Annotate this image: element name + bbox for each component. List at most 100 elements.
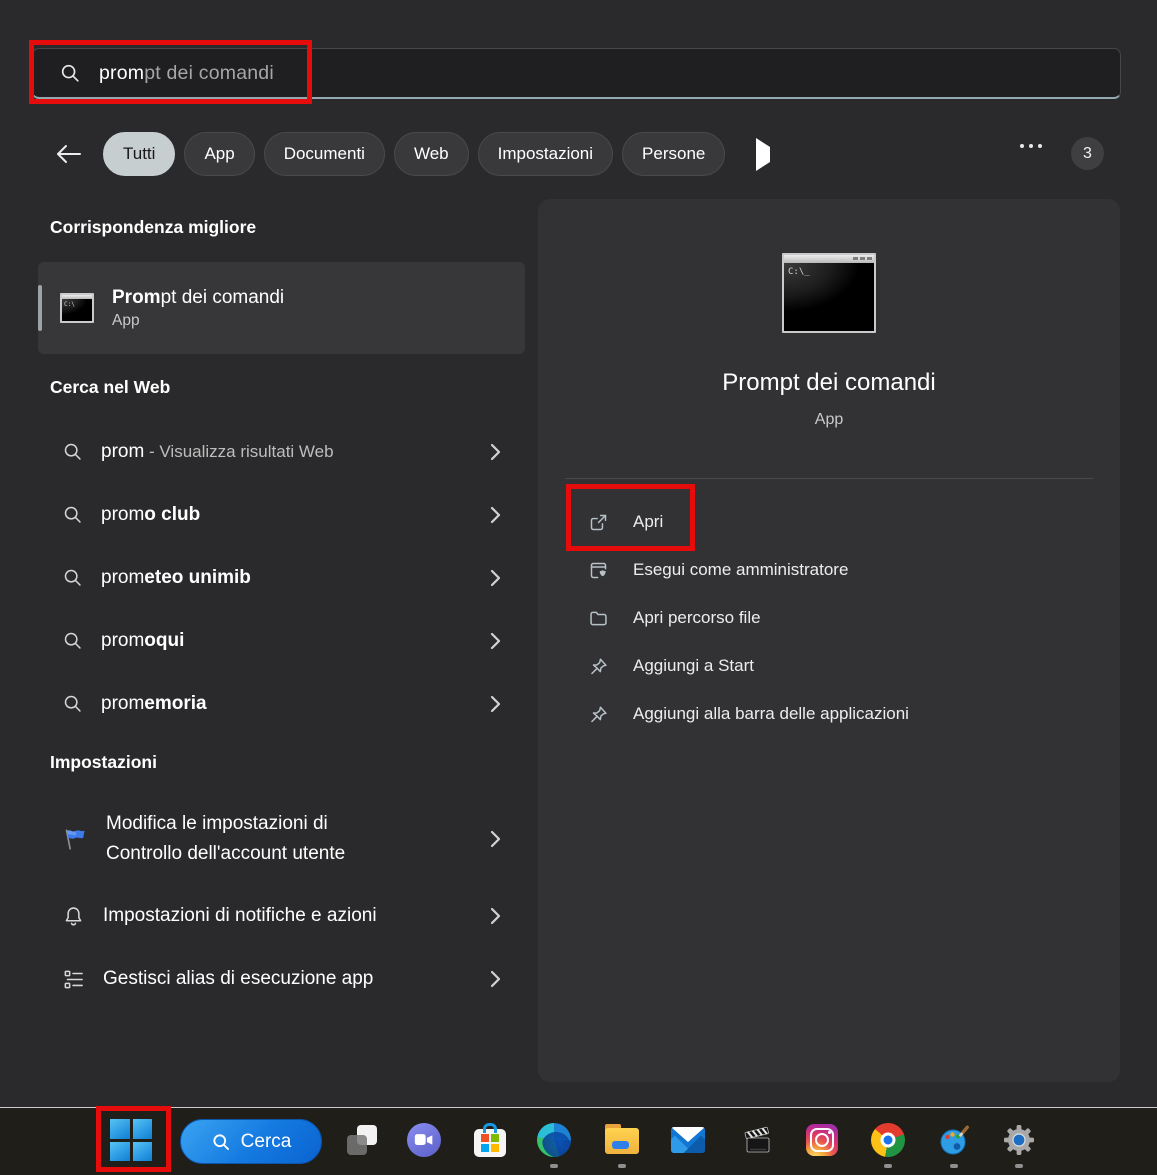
tab-documenti[interactable]: Documenti — [264, 132, 385, 176]
search-icon — [211, 1132, 231, 1152]
chevron-right-icon — [490, 907, 501, 925]
file-explorer-icon — [605, 1128, 639, 1156]
action-open-file-location[interactable]: Apri percorso file — [588, 594, 1100, 642]
paint-button[interactable] — [936, 1122, 972, 1158]
back-button[interactable] — [52, 137, 86, 171]
mail-button[interactable] — [670, 1122, 706, 1158]
video-editor-button[interactable] — [739, 1122, 775, 1158]
settings-gear-icon — [1002, 1123, 1036, 1157]
chevron-right-icon — [490, 632, 501, 650]
tab-app[interactable]: App — [184, 132, 254, 176]
web-search-heading: Cerca nel Web — [50, 377, 170, 398]
action-pin-to-start[interactable]: Aggiungi a Start — [588, 642, 1100, 690]
clapperboard-icon — [740, 1123, 774, 1157]
running-indicator — [550, 1164, 558, 1168]
command-prompt-icon-large: C:\_ — [782, 253, 876, 333]
selection-indicator — [38, 285, 42, 331]
back-arrow-icon — [55, 143, 83, 165]
play-icon — [756, 138, 770, 171]
settings-result-label: Gestisci alias di esecuzione app — [103, 968, 373, 990]
edge-icon — [537, 1123, 571, 1157]
preview-panel: C:\_ Prompt dei comandi App Apri Eseg — [538, 199, 1120, 1082]
notification-count-badge[interactable]: 3 — [1071, 137, 1104, 170]
settings-result-row-notifications[interactable]: Impostazioni di notifiche e azioni — [38, 891, 525, 941]
folder-icon — [588, 608, 609, 629]
chevron-right-icon — [490, 830, 501, 848]
best-match-title: Prompt dei comandi — [112, 287, 284, 309]
settings-result-label: Modifica le impostazioni diControllo del… — [106, 809, 472, 869]
bell-icon — [62, 905, 85, 928]
filter-tabs: Tutti App Documenti Web Impostazioni Per… — [52, 131, 774, 177]
uac-flag-icon — [62, 826, 88, 852]
start-button[interactable] — [110, 1119, 152, 1161]
ellipsis-icon — [1020, 144, 1024, 148]
chat-button[interactable] — [406, 1122, 442, 1158]
mail-icon — [671, 1127, 705, 1153]
web-suggestion-row[interactable]: promemoria — [38, 672, 525, 735]
web-suggestion-row[interactable]: promoqui — [38, 609, 525, 672]
taskbar-search-label: Cerca — [241, 1131, 292, 1153]
action-run-as-admin[interactable]: Esegui come amministratore — [588, 546, 1100, 594]
task-view-button[interactable] — [344, 1122, 380, 1158]
best-match-result[interactable]: C:\ Prompt dei comandi App — [38, 262, 525, 354]
search-input[interactable]: prompt dei comandi — [32, 48, 1121, 99]
settings-button[interactable] — [1001, 1122, 1037, 1158]
web-suggestion-row[interactable]: promo club — [38, 483, 525, 546]
running-indicator — [884, 1164, 892, 1168]
chat-icon — [407, 1123, 441, 1157]
chevron-right-icon — [490, 569, 501, 587]
windows-search-overlay: prompt dei comandi Tutti App Documenti W… — [0, 0, 1157, 1175]
chevron-right-icon — [490, 506, 501, 524]
tab-impostazioni[interactable]: Impostazioni — [478, 132, 613, 176]
settings-result-label: Impostazioni di notifiche e azioni — [103, 905, 377, 927]
taskbar-search-button[interactable]: Cerca — [180, 1119, 322, 1164]
preview-type: App — [538, 411, 1120, 429]
paint-icon — [937, 1123, 971, 1157]
divider — [565, 478, 1093, 479]
running-indicator — [618, 1164, 626, 1168]
search-typed-text: prom — [99, 62, 144, 84]
chevron-right-icon — [490, 970, 501, 988]
windows-logo-icon — [110, 1119, 130, 1139]
open-external-icon — [588, 512, 609, 533]
more-tabs-arrow-button[interactable] — [752, 143, 774, 166]
search-icon — [62, 504, 83, 525]
tab-persone[interactable]: Persone — [622, 132, 725, 176]
microsoft-store-button[interactable] — [472, 1122, 508, 1158]
action-pin-to-taskbar[interactable]: Aggiungi alla barra delle applicazioni — [588, 690, 1100, 738]
edge-button[interactable] — [536, 1122, 572, 1158]
tab-tutti[interactable]: Tutti — [103, 132, 175, 176]
command-prompt-icon: C:\ — [60, 293, 94, 323]
app-alias-list-icon — [62, 968, 85, 991]
options-ellipsis-button[interactable] — [1014, 143, 1048, 149]
preview-title: Prompt dei comandi — [538, 369, 1120, 397]
chevron-right-icon — [490, 695, 501, 713]
chrome-button[interactable] — [870, 1122, 906, 1158]
admin-shield-icon — [588, 560, 609, 581]
instagram-icon — [806, 1124, 838, 1156]
settings-result-row-uac[interactable]: Modifica le impostazioni diControllo del… — [38, 797, 525, 881]
running-indicator — [950, 1164, 958, 1168]
tab-web[interactable]: Web — [394, 132, 469, 176]
search-icon — [59, 62, 81, 84]
search-icon — [62, 441, 83, 462]
instagram-button[interactable] — [804, 1122, 840, 1158]
best-match-heading: Corrispondenza migliore — [50, 217, 256, 238]
search-icon — [62, 567, 83, 588]
web-suggestion-row[interactable]: prom - Visualizza risultati Web — [38, 420, 525, 483]
web-suggestion-row[interactable]: prometeo unimib — [38, 546, 525, 609]
search-completion-text: pt dei comandi — [144, 62, 274, 84]
chevron-right-icon — [490, 443, 501, 461]
file-explorer-button[interactable] — [604, 1122, 640, 1158]
taskbar — [0, 1107, 1157, 1175]
microsoft-store-icon — [474, 1129, 506, 1157]
action-open[interactable]: Apri — [588, 498, 1100, 546]
action-list: Apri Esegui come amministratore Apri per… — [588, 498, 1100, 738]
pin-icon — [588, 704, 609, 725]
search-text: prompt dei comandi — [99, 62, 274, 85]
settings-result-row-aliases[interactable]: Gestisci alias di esecuzione app — [38, 954, 525, 1004]
running-indicator — [1015, 1164, 1023, 1168]
chrome-icon — [871, 1123, 905, 1157]
pin-icon — [588, 656, 609, 677]
search-icon — [62, 693, 83, 714]
